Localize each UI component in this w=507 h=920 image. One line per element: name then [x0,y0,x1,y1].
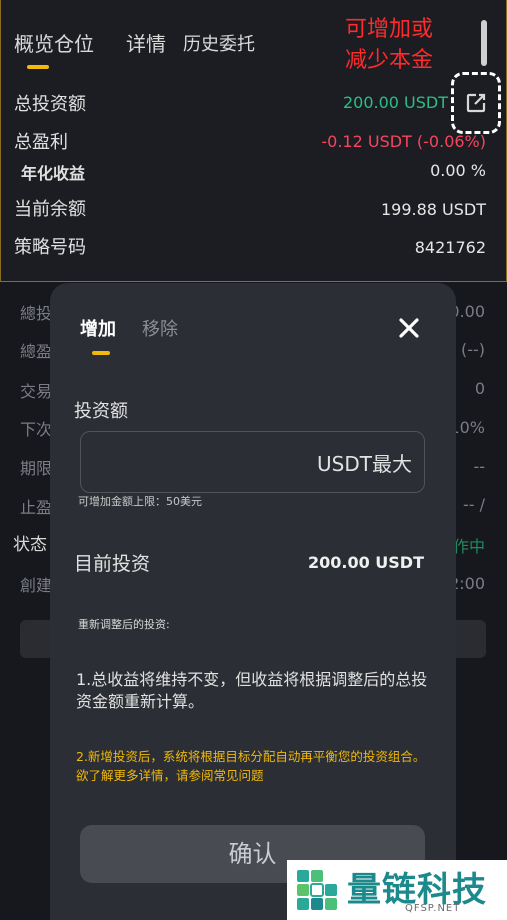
annual-return-label: 年化收益 [21,164,86,183]
scrollbar-thumb[interactable] [481,20,487,66]
max-usdt-button[interactable]: USDT最大 [317,448,412,477]
profit-recalc-note: 1.总收益将维持不变，但收益将根据调整后的总投资金额重新计算。 [76,670,428,711]
watermark-subtitle: QFSP.NET [405,903,461,914]
total-profit-value: -0.12 USDT (-0.06%) [321,132,486,151]
amount-input[interactable] [93,446,293,478]
total-profit-label: 总盈利 [14,132,68,153]
close-icon[interactable] [394,313,424,343]
total-investment-label: 总投资额 [14,94,86,115]
bg-row-label: 創建 [20,576,50,595]
current-balance-value: 199.88 USDT [380,200,486,219]
watermark: 量链科技 QFSP.NET [287,860,507,920]
tab-add[interactable]: 增加 [80,315,116,341]
active-tab-indicator [27,65,49,69]
amount-label: 投资额 [74,401,128,422]
active-tab-indicator [92,351,110,355]
bg-row-label: 状态 [13,535,47,555]
bg-row-label: 止盈 [20,498,50,517]
tab-details[interactable]: 详情 [126,28,166,57]
current-balance-label: 当前余额 [14,199,86,220]
annual-return-value: 0.00 % [430,161,486,180]
current-investment-value: 200.00 USDT [307,553,424,572]
tab-overview[interactable]: 概览仓位 [14,28,94,57]
adjust-investment-modal: 增加 移除 投资额 USDT最大 可增加金额上限：50美元 目前投资 200.0… [50,283,456,920]
annotation-line-1: 可增加或 [345,17,434,42]
current-investment-label: 目前投资 [74,553,151,575]
tab-remove[interactable]: 移除 [142,315,178,341]
bg-row-label: 交易 [20,382,50,401]
watermark-logo-icon [297,870,337,910]
bg-row-label: 總盈 [20,342,50,361]
total-investment-value: 200.00 USDT [342,93,448,112]
strategy-id-value: 8421762 [414,238,486,257]
annotation-text: 可增加或 减少本金 [345,14,433,76]
strategy-id-label: 策略号码 [14,237,86,258]
amount-input-box[interactable]: USDT最大 [80,431,425,493]
bg-row-label: 總投 [20,304,50,323]
tab-order-history[interactable]: 历史委托 [183,30,255,56]
rebalance-note: 2.新增投资后，系统将根据目标分配自动再平衡您的投资组合。欲了解更多详情，请参阅… [76,749,426,783]
annotation-line-2: 减少本金 [345,48,434,73]
bg-row-label: 期限 [20,459,50,478]
bg-row-label: 下次 [20,420,50,439]
increase-limit-note: 可增加金额上限：50美元 [78,495,202,508]
adjusted-investment-label: 重新调整后的投资: [78,618,170,631]
edit-icon[interactable] [465,92,487,114]
position-overview-panel: 概览仓位 详情 历史委托 可增加或 减少本金 总投资额 200.00 USDT … [0,0,507,282]
